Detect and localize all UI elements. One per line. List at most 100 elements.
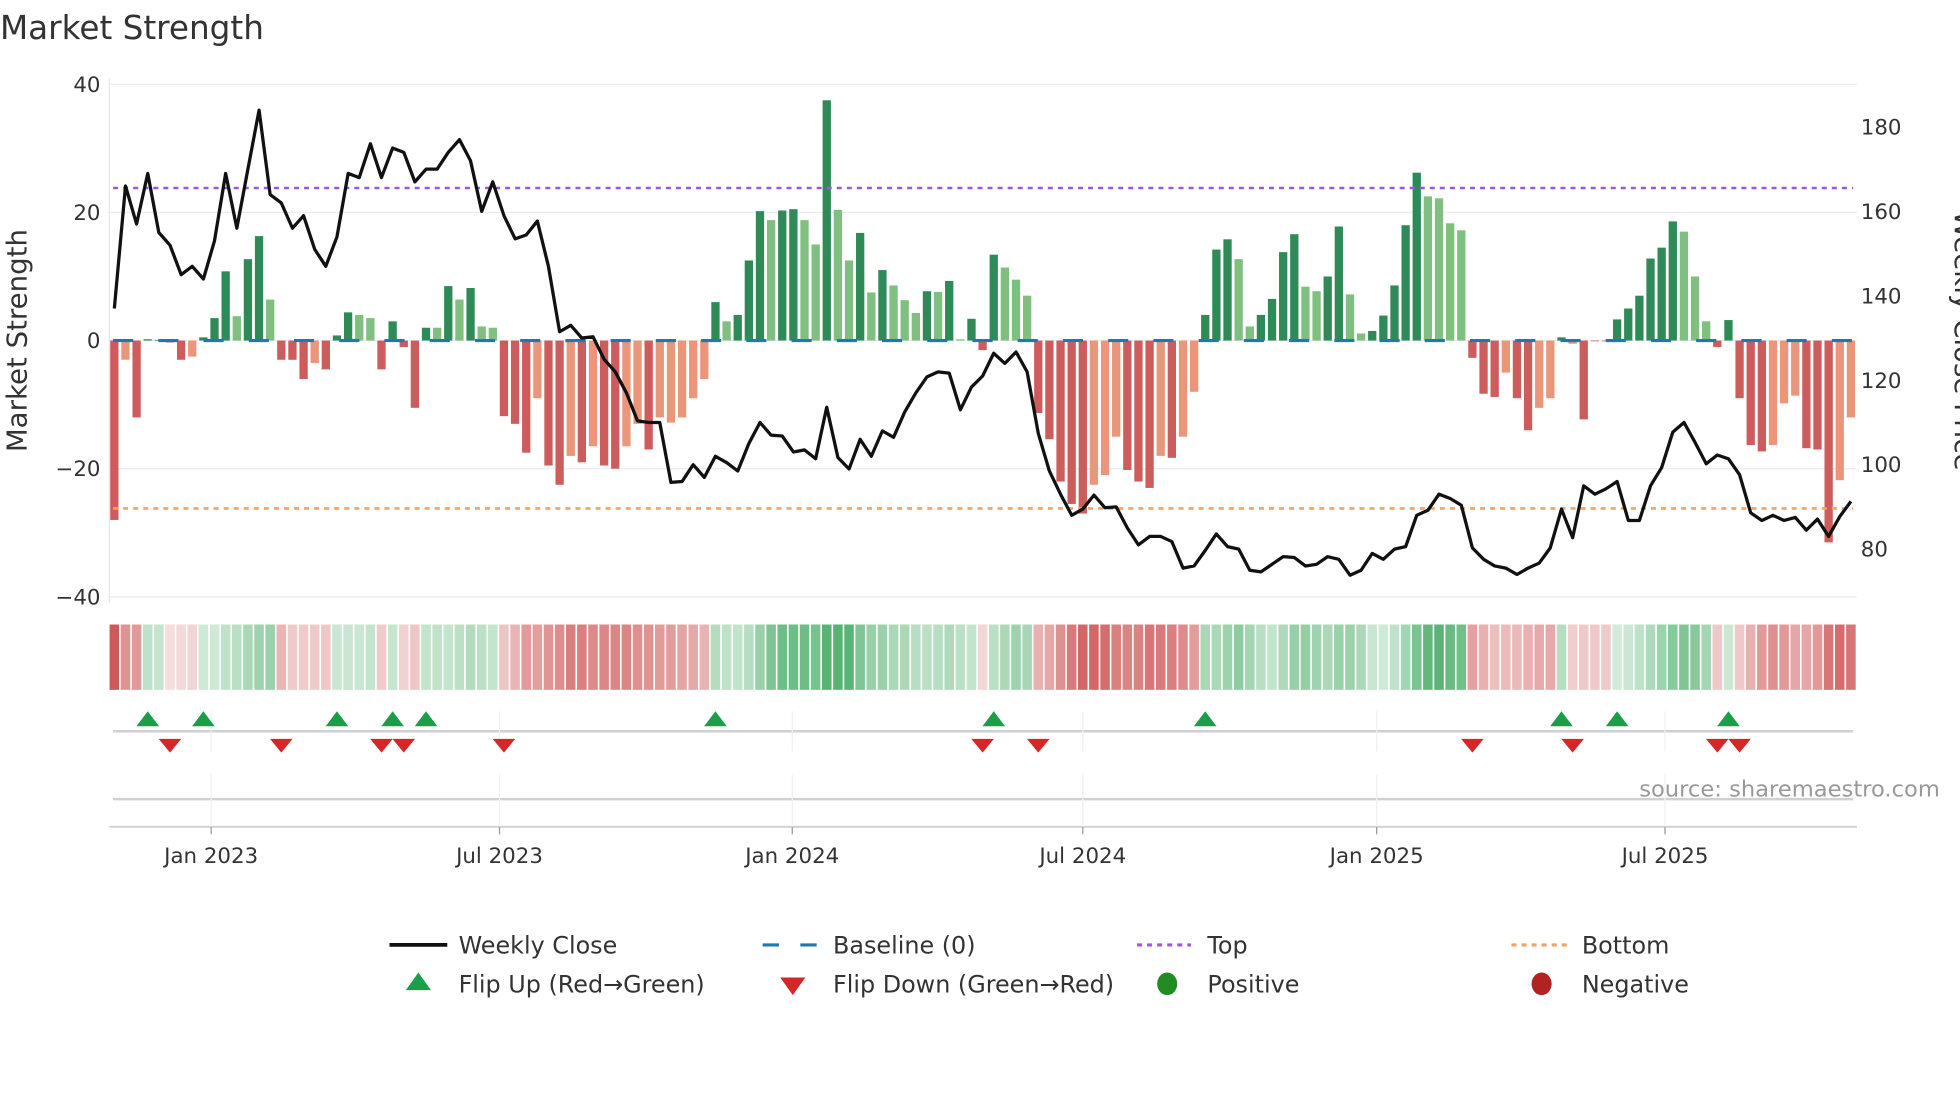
flip-up-marker xyxy=(1193,711,1217,727)
regime-cell xyxy=(1846,624,1856,690)
regime-cell xyxy=(443,624,454,690)
strength-bar xyxy=(1067,340,1076,504)
x-tick-label: Jan 2024 xyxy=(743,844,839,869)
strength-bar xyxy=(867,292,876,341)
regime-cell xyxy=(1334,624,1344,690)
regime-cell xyxy=(1178,624,1188,690)
strength-bar xyxy=(1201,314,1210,341)
regime-cell xyxy=(220,624,231,690)
flip-down-marker xyxy=(392,738,416,753)
x-tick-label: Jan 2025 xyxy=(1328,844,1424,869)
strength-bar xyxy=(1523,340,1533,431)
strength-bar xyxy=(945,280,954,341)
strength-bar xyxy=(778,210,787,341)
strength-bar xyxy=(1301,286,1310,341)
regime-cell xyxy=(287,624,298,690)
strength-bar xyxy=(299,340,308,379)
strength-bar xyxy=(1668,221,1677,341)
strength-bar xyxy=(844,260,854,341)
strength-bar xyxy=(755,211,765,341)
strength-bar xyxy=(1056,340,1065,482)
strength-bar xyxy=(1512,340,1522,399)
flip-markers: Jan 2023 Jul 2023 Jan 2024 Jul 2024 Jan 2025… xyxy=(109,711,1857,869)
regime-cell xyxy=(966,624,977,690)
regime-cell xyxy=(1356,624,1366,690)
regime-cell xyxy=(899,624,910,690)
strength-bar xyxy=(444,286,453,341)
strength-bar xyxy=(1835,340,1844,481)
strength-bar xyxy=(1267,298,1277,341)
strength-bar xyxy=(1234,259,1243,341)
regime-cell xyxy=(1578,624,1589,690)
regime-strip xyxy=(109,624,1856,690)
regime-cell xyxy=(1300,624,1311,690)
regime-cell xyxy=(109,624,120,690)
y2-axis-label: Weekly Close Price xyxy=(1948,211,1960,471)
regime-cell xyxy=(888,624,899,690)
strength-bar xyxy=(477,326,486,341)
legend-label: Bottom xyxy=(1582,932,1670,960)
legend-label: Top xyxy=(1206,932,1247,960)
strength-bar xyxy=(967,318,976,341)
regime-cell xyxy=(944,624,954,690)
regime-cell xyxy=(799,624,810,690)
regime-cell xyxy=(120,624,131,690)
flip-up-marker xyxy=(325,711,349,727)
strength-bar xyxy=(644,340,653,450)
y-tick-label: 0 xyxy=(87,329,101,354)
strength-bar xyxy=(210,318,219,341)
strength-bar xyxy=(522,340,531,453)
flip-up-marker xyxy=(982,711,1006,727)
strength-bar xyxy=(766,220,776,341)
regime-cell xyxy=(1122,624,1133,690)
flip-down-marker xyxy=(1026,738,1050,753)
regime-cell xyxy=(1701,624,1711,690)
regime-cell xyxy=(1000,624,1010,690)
strength-bar xyxy=(722,321,731,341)
regime-cell xyxy=(1245,624,1255,690)
strength-bar xyxy=(1468,340,1477,358)
regime-cell xyxy=(1456,624,1467,690)
strength-bar xyxy=(533,340,542,399)
regime-cell xyxy=(165,624,175,690)
strength-bar xyxy=(1724,320,1733,341)
strength-bar xyxy=(1145,340,1154,488)
regime-cell xyxy=(632,624,643,690)
regime-cell xyxy=(1567,624,1578,690)
regime-cell xyxy=(554,624,565,690)
strength-bar xyxy=(1735,340,1744,399)
y2-tick-label: 80 xyxy=(1861,538,1888,563)
flip-down-marker xyxy=(1706,738,1729,753)
regime-cell xyxy=(1723,624,1734,690)
strength-bar xyxy=(132,340,141,418)
legend-label: Positive xyxy=(1207,971,1299,999)
regime-cell xyxy=(766,624,776,690)
strength-bar xyxy=(555,340,564,485)
strength-bar xyxy=(1657,247,1666,341)
strength-bar xyxy=(1679,231,1689,341)
strength-bar xyxy=(1646,258,1655,341)
strength-bar xyxy=(1011,279,1021,341)
strength-bar xyxy=(254,236,264,341)
strength-bar xyxy=(1256,314,1266,341)
strength-bar xyxy=(510,340,520,424)
regime-cell xyxy=(176,624,186,690)
regime-cell xyxy=(1745,624,1756,690)
strength-bar xyxy=(232,316,241,341)
regime-cell xyxy=(521,624,531,690)
regime-cell xyxy=(1489,624,1500,690)
regime-cell xyxy=(688,624,698,690)
regime-cell xyxy=(1679,624,1689,690)
regime-cell xyxy=(232,624,242,690)
regime-cell xyxy=(577,624,587,690)
regime-cell xyxy=(922,624,932,690)
regime-cell xyxy=(911,624,921,690)
regime-cell xyxy=(1690,624,1700,690)
strength-bar xyxy=(499,340,509,417)
regime-cell xyxy=(1757,624,1767,690)
strength-bar xyxy=(1579,340,1588,420)
strength-bar xyxy=(1245,326,1254,341)
regime-cell xyxy=(988,624,999,690)
strength-bar xyxy=(989,254,998,341)
regime-cell xyxy=(1812,624,1823,690)
